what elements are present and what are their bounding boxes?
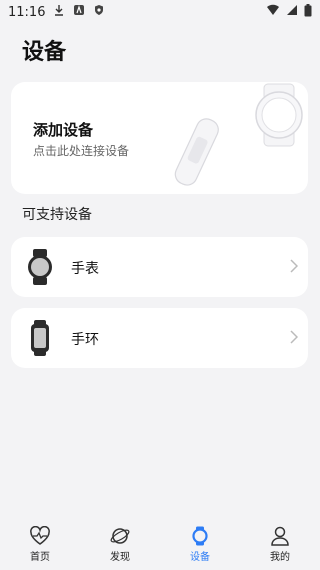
add-device-subtitle: 点击此处连接设备 (33, 144, 130, 158)
supported-devices-title: 可支持设备 (22, 207, 92, 223)
shield-icon (93, 4, 105, 20)
add-device-card[interactable]: 添加设备 点击此处连接设备 (11, 82, 308, 194)
device-item-band[interactable]: 手环 (11, 308, 308, 368)
person-icon (271, 526, 289, 546)
download-icon (53, 4, 65, 20)
status-bar: 11:16 (0, 0, 320, 24)
wifi-icon (266, 4, 280, 20)
tab-label-home: 首页 (30, 552, 50, 563)
device-illustration (174, 83, 303, 186)
page-title: 设备 (22, 40, 67, 65)
watch-ring-icon (192, 526, 208, 546)
watch-illustration-icon (255, 83, 303, 147)
status-left: 11:16 (8, 4, 105, 20)
device-label-watch: 手表 (71, 261, 99, 277)
planet-icon (110, 528, 130, 544)
chevron-right-icon (290, 259, 298, 273)
band-icon (31, 320, 49, 356)
device-item-watch[interactable]: 手表 (11, 237, 308, 297)
battery-icon (304, 3, 312, 21)
chevron-right-icon (290, 330, 298, 344)
status-time: 11:16 (8, 4, 46, 20)
tab-profile[interactable]: 我的 (240, 520, 320, 570)
status-right (266, 3, 312, 21)
tab-discover[interactable]: 发现 (80, 520, 160, 570)
tab-label-devices: 设备 (190, 552, 210, 563)
heart-pulse-icon (30, 526, 50, 545)
band-illustration-icon (174, 118, 219, 186)
tab-label-profile: 我的 (270, 552, 290, 563)
watch-icon (28, 249, 52, 285)
tab-home[interactable]: 首页 (0, 520, 80, 570)
signal-icon (286, 4, 298, 20)
add-device-title: 添加设备 (33, 121, 94, 139)
app-notification-icon (73, 4, 85, 20)
tab-label-discover: 发现 (110, 552, 130, 563)
tab-devices[interactable]: 设备 (160, 520, 240, 570)
bottom-tab-bar: 首页 发现 设备 我的 (0, 520, 320, 570)
device-label-band: 手环 (71, 332, 99, 348)
